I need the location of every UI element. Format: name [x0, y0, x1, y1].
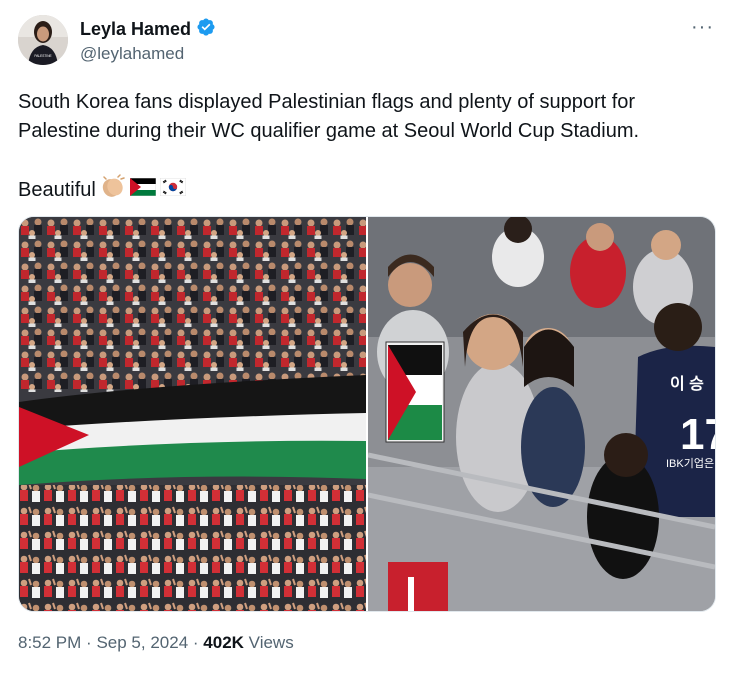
author-handle[interactable]: @leylahamed	[80, 44, 184, 64]
tweet-meta: 8:52 PM · Sep 5, 2024 · 402K Views	[18, 633, 294, 653]
author-name-row[interactable]: Leyla Hamed	[80, 17, 216, 42]
meta-separator: ·	[86, 633, 92, 652]
views-count[interactable]: 402K	[203, 633, 244, 652]
tweet-time[interactable]: 8:52 PM	[18, 633, 81, 652]
palestine-flag-icon	[129, 176, 157, 205]
more-options-icon[interactable]: ···	[691, 16, 714, 39]
jersey-sponsor-text: IBK기업은	[666, 457, 714, 470]
avatar[interactable]: PALESTINE	[18, 15, 68, 65]
author-display-name[interactable]: Leyla Hamed	[80, 19, 191, 40]
tweet-text-line1: South Korea fans displayed Palestinian f…	[18, 91, 640, 142]
views-label[interactable]: Views	[249, 633, 294, 652]
tweet-text: South Korea fans displayed Palestinian f…	[18, 88, 718, 207]
tweet-date[interactable]: Sep 5, 2024	[96, 633, 188, 652]
avatar-image: PALESTINE	[18, 15, 68, 65]
stadium-crowd-flag-photo[interactable]	[19, 217, 366, 611]
clapping-hands-icon	[100, 174, 126, 207]
south-korea-flag-icon	[159, 176, 187, 205]
tweet-text-beautiful: Beautiful	[18, 179, 96, 201]
tweet-media[interactable]: 이 승 17 IBK기업은	[18, 216, 716, 612]
avatar-shirt-text: PALESTINE	[34, 54, 51, 58]
fans-holding-signs-photo[interactable]: 이 승 17 IBK기업은	[368, 217, 715, 611]
meta-separator: ·	[192, 633, 199, 652]
jersey-number-text: 17	[680, 410, 715, 459]
jersey-name-text: 이 승	[670, 375, 704, 393]
tweet-card: PALESTINE Leyla Hamed @leylahamed ··· So…	[0, 0, 750, 674]
verified-badge-icon	[196, 17, 216, 42]
tweet-text-line2: Beautiful	[18, 174, 718, 207]
